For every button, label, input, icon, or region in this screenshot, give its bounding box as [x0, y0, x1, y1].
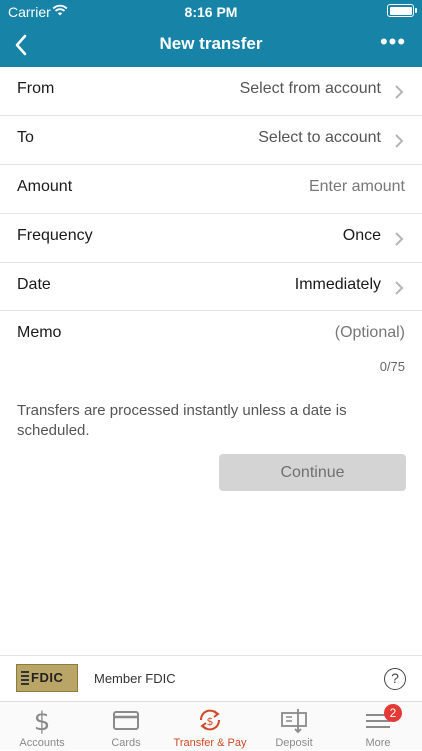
dollar-icon: $ — [34, 707, 51, 734]
check-deposit-icon — [281, 709, 307, 734]
nav-bar: New transfer ••• — [0, 24, 422, 67]
amount-row[interactable]: Amount Enter amount — [0, 165, 422, 214]
from-label: From — [17, 80, 55, 97]
status-time: 8:16 PM — [184, 4, 238, 20]
tab-label: More — [365, 737, 391, 749]
continue-button[interactable]: Continue — [219, 454, 406, 491]
tab-label: Transfer & Pay — [173, 737, 247, 749]
tab-more[interactable]: 2 More — [336, 702, 420, 751]
tab-bar: $ Accounts Cards $ Transfer & Pay Deposi… — [0, 701, 422, 750]
status-bar: Carrier 8:16 PM — [0, 0, 422, 24]
tab-accounts[interactable]: $ Accounts — [0, 702, 84, 751]
date-value: Immediately — [294, 276, 381, 293]
tab-label: Cards — [111, 737, 141, 749]
chevron-right-icon — [395, 232, 404, 246]
transfer-info-text: Transfers are processed instantly unless… — [17, 402, 347, 439]
frequency-value: Once — [342, 227, 381, 244]
chevron-right-icon — [395, 85, 404, 99]
to-label: To — [17, 129, 34, 146]
notification-badge: 2 — [384, 704, 402, 722]
svg-text:$: $ — [34, 707, 51, 734]
chevron-right-icon — [395, 281, 404, 295]
fdic-logo: FDIC — [16, 664, 78, 692]
from-row[interactable]: From Select from account — [0, 67, 422, 116]
help-icon[interactable]: ? — [384, 668, 406, 690]
memo-label: Memo — [17, 324, 62, 341]
page-title: New transfer — [159, 34, 263, 53]
battery-icon — [387, 4, 417, 17]
memo-input[interactable]: (Optional) — [335, 324, 405, 342]
amount-label: Amount — [17, 178, 73, 195]
tab-label: Accounts — [19, 737, 65, 749]
tab-cards[interactable]: Cards — [84, 702, 168, 751]
fdic-logo-text: FDIC — [31, 670, 64, 685]
to-row[interactable]: To Select to account — [0, 116, 422, 165]
date-row[interactable]: Date Immediately — [0, 263, 422, 311]
memo-character-count: 0/75 — [379, 359, 405, 374]
chevron-right-icon — [395, 134, 404, 148]
frequency-row[interactable]: Frequency Once — [0, 214, 422, 263]
app-header: Carrier 8:16 PM New transfer ••• — [0, 0, 422, 67]
date-label: Date — [17, 276, 51, 293]
to-value: Select to account — [258, 129, 381, 146]
fdic-footer: FDIC Member FDIC ? — [0, 655, 422, 701]
memo-row[interactable]: Memo (Optional) 0/75 — [0, 311, 422, 389]
amount-input[interactable]: Enter amount — [309, 178, 405, 196]
more-dots-icon[interactable]: ••• — [378, 30, 408, 60]
from-value: Select from account — [239, 80, 381, 97]
member-fdic-text: Member FDIC — [94, 671, 176, 686]
tab-label: Deposit — [275, 737, 313, 749]
svg-text:$: $ — [207, 715, 214, 728]
tab-deposit[interactable]: Deposit — [252, 702, 336, 751]
card-icon — [113, 711, 139, 730]
tab-transfer-pay[interactable]: $ Transfer & Pay — [168, 702, 252, 751]
transfer-icon: $ — [199, 709, 221, 731]
frequency-label: Frequency — [17, 227, 93, 244]
